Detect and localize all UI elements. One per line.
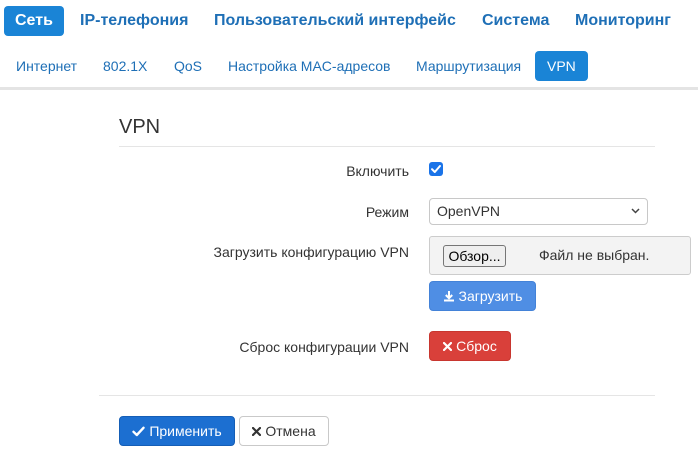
- mode-select-value: OpenVPN: [437, 203, 501, 219]
- nav-main-ip-telephony[interactable]: IP-телефония: [69, 6, 199, 36]
- apply-button-label: Применить: [149, 423, 222, 439]
- mode-label: Режим: [365, 204, 409, 220]
- tab-qos[interactable]: QoS: [162, 51, 214, 81]
- nav-main-user-interface[interactable]: Пользовательский интерфейс: [203, 6, 467, 36]
- tab-vpn[interactable]: VPN: [535, 51, 588, 81]
- download-icon: [443, 291, 454, 302]
- cancel-button-label: Отмена: [265, 423, 316, 439]
- check-icon: [431, 165, 441, 173]
- main-nav: Сеть IP-телефония Пользовательский интер…: [0, 0, 698, 42]
- nav-main-monitoring[interactable]: Мониторинг: [564, 6, 682, 36]
- enable-label: Включить: [346, 163, 409, 179]
- check-icon: [132, 426, 146, 436]
- close-icon: [252, 426, 262, 436]
- file-status: Файл не выбран.: [539, 247, 650, 263]
- nav-main-system[interactable]: Система: [471, 6, 560, 36]
- upload-button-label: Загрузить: [458, 288, 523, 304]
- tab-8021x[interactable]: 802.1X: [91, 51, 159, 81]
- tab-internet[interactable]: Интернет: [4, 51, 89, 81]
- close-icon: [443, 341, 453, 351]
- footer-divider: [99, 395, 655, 396]
- title-divider: [119, 146, 655, 147]
- section-title: VPN: [119, 116, 161, 138]
- sub-nav: Интернет 802.1X QoS Настройка MAC-адресо…: [0, 46, 698, 86]
- file-input[interactable]: Обзор... Файл не выбран.: [429, 236, 691, 275]
- enable-checkbox[interactable]: [429, 162, 443, 176]
- tab-routing[interactable]: Маршрутизация: [404, 51, 533, 81]
- upload-config-label: Загрузить конфигурацию VPN: [213, 244, 410, 260]
- reset-button[interactable]: Сброс: [429, 331, 511, 361]
- tab-mac-settings[interactable]: Настройка MAC-адресов: [216, 51, 403, 81]
- reset-button-label: Сброс: [456, 338, 497, 354]
- reset-config-label: Сброс конфигурации VPN: [239, 339, 409, 355]
- mode-select[interactable]: OpenVPN: [429, 198, 648, 225]
- nav-separator: [0, 87, 698, 90]
- browse-button[interactable]: Обзор...: [443, 245, 506, 267]
- cancel-button[interactable]: Отмена: [239, 416, 329, 446]
- apply-button[interactable]: Применить: [119, 416, 235, 446]
- upload-button[interactable]: Загрузить: [429, 281, 536, 311]
- nav-main-network[interactable]: Сеть: [4, 6, 64, 36]
- chevron-down-icon: [631, 208, 640, 214]
